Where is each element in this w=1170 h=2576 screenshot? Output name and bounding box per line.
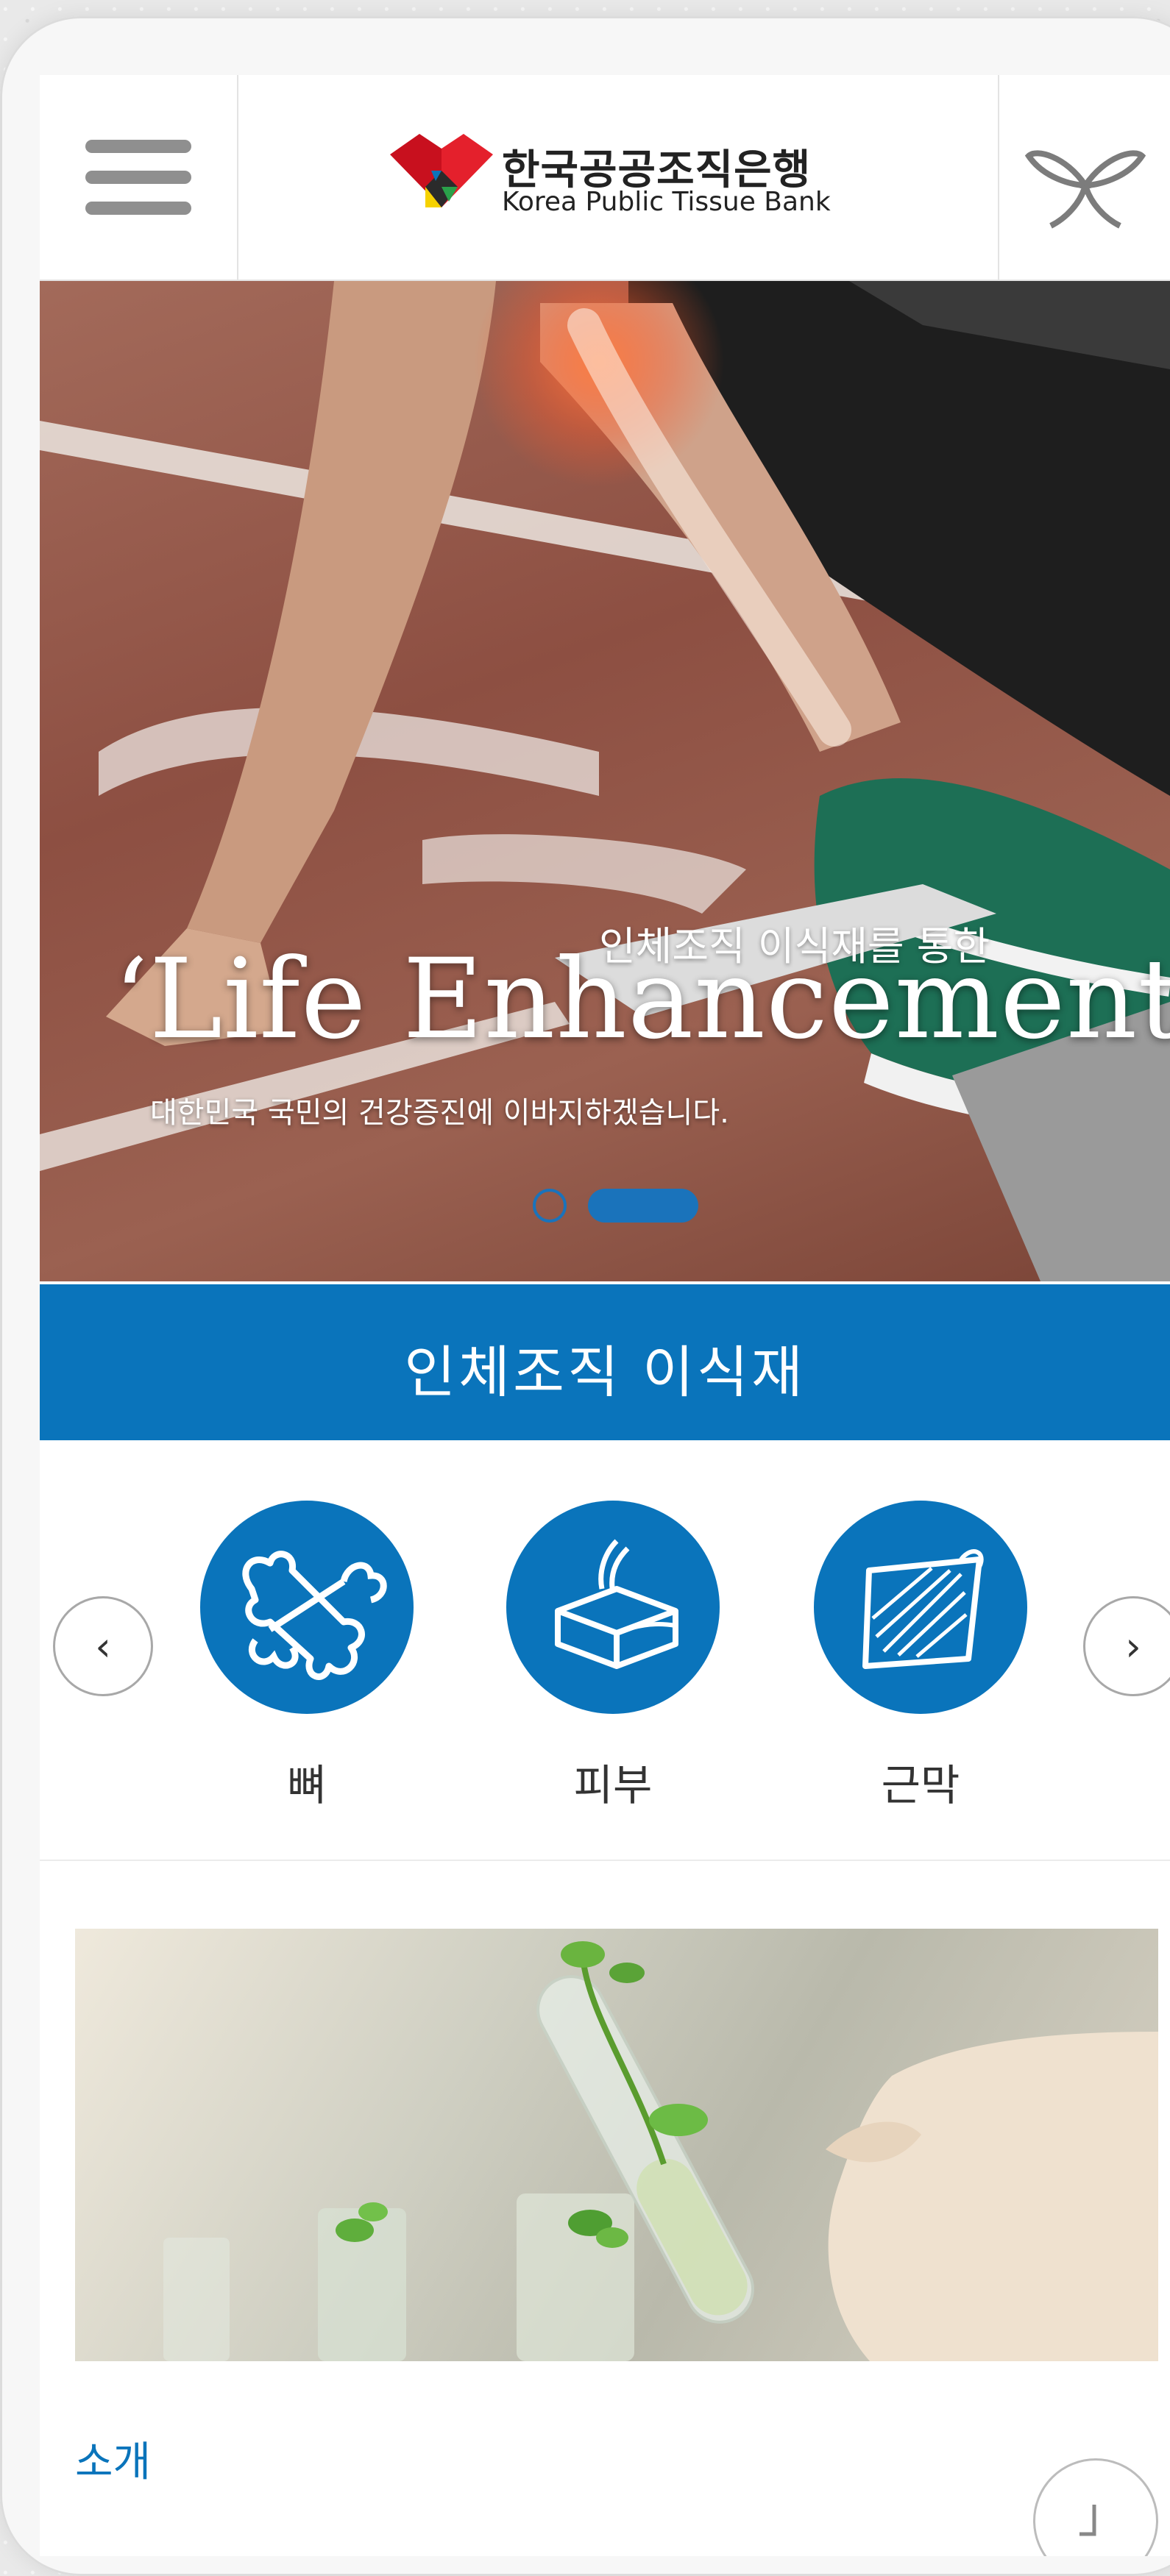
chevron-right-icon: ›	[1125, 1623, 1141, 1670]
category-fascia[interactable]: 근막	[814, 1501, 1027, 1812]
slide-indicator-1[interactable]	[533, 1189, 567, 1223]
hero-title: ‘Life Enhancement’	[113, 936, 1170, 1064]
section-header: 인체조직 이식재	[40, 1284, 1170, 1440]
category-carousel: ‹ 뼈 피부 근막 ›	[40, 1440, 1170, 1861]
fascia-icon	[814, 1501, 1027, 1714]
category-label: 근막	[881, 1760, 960, 1810]
sprout-menu-button[interactable]	[998, 75, 1170, 280]
corner-arrow-icon	[1079, 2505, 1096, 2536]
hero-description: 대한민국 국민의 건강증진에 이바지하겠습니다.	[150, 1096, 729, 1130]
slide-indicator-2[interactable]	[588, 1189, 698, 1223]
category-bone[interactable]: 뼈	[200, 1501, 414, 1812]
site-header: 한국공공조직은행 Korea Public Tissue Bank	[40, 75, 1170, 281]
category-skin[interactable]: 피부	[506, 1501, 720, 1812]
skin-icon	[506, 1501, 720, 1714]
sprout-icon	[1024, 150, 1146, 229]
site-logo[interactable]: 한국공공조직은행 Korea Public Tissue Bank	[390, 134, 861, 222]
intro-image[interactable]	[75, 1929, 1158, 2361]
intro-link[interactable]: 소개	[75, 2429, 151, 2488]
chevron-left-icon: ‹	[95, 1623, 111, 1670]
hero-image	[40, 281, 1170, 1281]
heart-logo-icon	[390, 134, 493, 207]
section-title: 인체조직 이식재	[404, 1339, 806, 1405]
category-label: 피부	[573, 1760, 653, 1810]
carousel-prev-button[interactable]: ‹	[53, 1596, 153, 1696]
hero-banner[interactable]: 인체조직 이식재를 통한 ‘Life Enhancement’ 대한민국 국민의…	[40, 281, 1170, 1281]
menu-button[interactable]	[40, 75, 238, 280]
logo-english-text: Korea Public Tissue Bank	[502, 187, 831, 217]
bone-icon	[200, 1501, 414, 1714]
scroll-top-button[interactable]	[1033, 2458, 1158, 2556]
screen: 한국공공조직은행 Korea Public Tissue Bank 인체조직 이…	[40, 75, 1170, 2556]
carousel-next-button[interactable]: ›	[1083, 1596, 1170, 1696]
phone-frame: 한국공공조직은행 Korea Public Tissue Bank 인체조직 이…	[0, 16, 1170, 2576]
category-label: 뼈	[287, 1760, 327, 1810]
